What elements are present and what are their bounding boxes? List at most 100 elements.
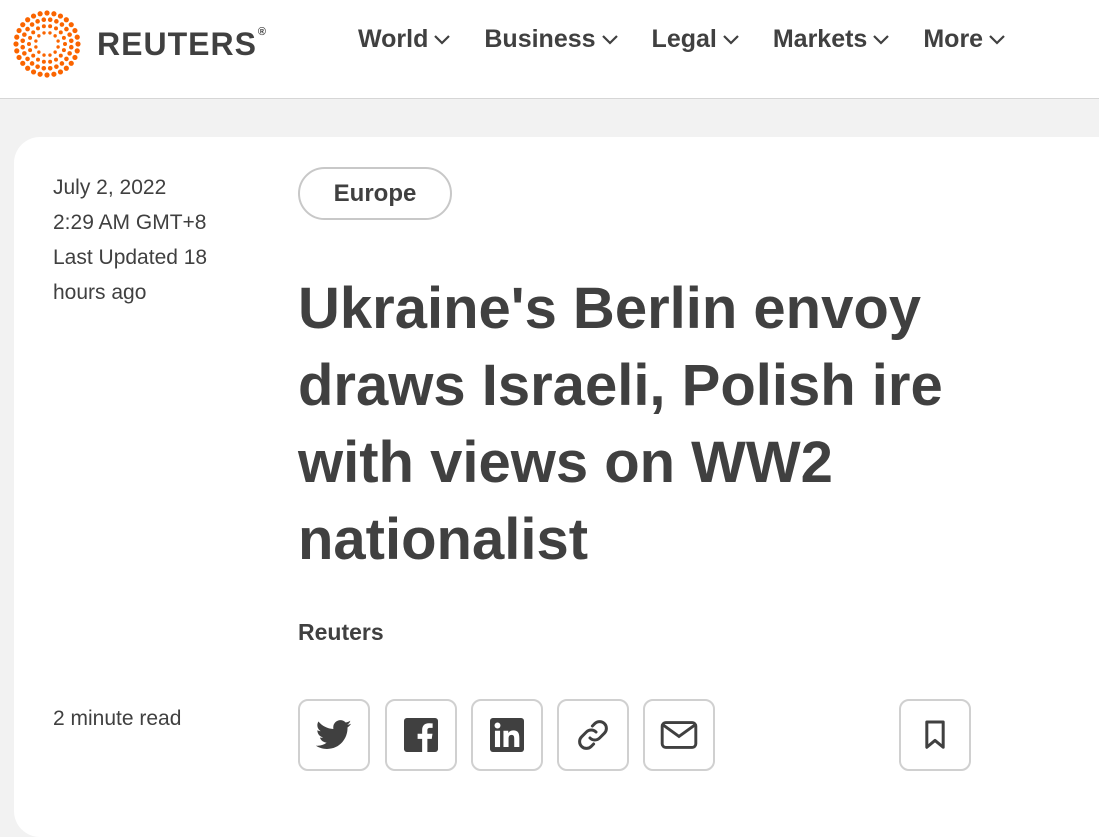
article-headline: Ukraine's Berlin envoy draws Israeli, Po… [298, 276, 943, 572]
logo-dot [68, 44, 74, 50]
logo-dot [25, 26, 30, 32]
logo-dot [56, 45, 60, 49]
logo-dot [57, 13, 64, 19]
logo-dot [14, 48, 20, 54]
logo-dot [28, 48, 33, 53]
copy-link-button[interactable] [557, 699, 629, 771]
logo-dot [42, 53, 46, 57]
logo-dot [63, 17, 69, 23]
logo-dot [56, 39, 60, 43]
logo-dot [16, 27, 22, 34]
section-tag-europe[interactable]: Europe [298, 167, 452, 220]
logo-dot [68, 38, 74, 44]
logo-dot [16, 54, 22, 61]
link-icon [578, 720, 608, 750]
logo-dot [51, 11, 57, 17]
logo-dot [31, 53, 36, 58]
logo-dot [37, 11, 43, 17]
logo-dot [25, 56, 30, 62]
main-nav: World Business Legal Markets More [358, 25, 1039, 54]
logo-dot [27, 42, 31, 46]
nav-item-markets[interactable]: Markets [773, 25, 890, 54]
share-email-button[interactable] [643, 699, 715, 771]
read-time: 2 minute read [53, 707, 182, 730]
logo-dot [41, 59, 46, 64]
logo-dot [63, 42, 67, 46]
logo-dot [41, 65, 47, 71]
publish-date: July 2, 2022 [53, 176, 167, 199]
site-header: REUTERS® World Business Legal Markets Mo… [0, 0, 1099, 99]
logo-dot [31, 30, 36, 35]
share-linkedin-button[interactable] [471, 699, 543, 771]
share-twitter-button[interactable] [298, 699, 370, 771]
logo-dot [54, 57, 58, 62]
logo-dot [44, 10, 50, 16]
logo-dot [74, 34, 80, 40]
logo-dot [34, 45, 38, 49]
logo-dot [20, 22, 26, 28]
logo-dot [20, 60, 26, 66]
byline-author[interactable]: Reuters [298, 619, 384, 646]
logo-dot [25, 17, 31, 23]
logo-dot [37, 50, 41, 54]
logo-dot [61, 48, 66, 53]
article-meta: July 2, 2022 2:29 AM GMT+8 Last Updated … [53, 170, 243, 310]
logo-dot [41, 24, 46, 29]
reuters-logo-icon [13, 10, 81, 78]
bookmark-button[interactable] [899, 699, 971, 771]
logo-dot [68, 22, 74, 28]
linkedin-icon [490, 718, 524, 752]
share-facebook-button[interactable] [385, 699, 457, 771]
logo-dot [35, 64, 40, 69]
nav-item-more[interactable]: More [923, 25, 1005, 54]
logo-dot [14, 34, 20, 40]
reuters-logo[interactable]: REUTERS® [13, 10, 267, 78]
bookmark-icon [925, 720, 945, 749]
logo-dot [58, 53, 63, 58]
brand-name: REUTERS® [97, 25, 268, 62]
logo-dot [20, 44, 26, 50]
logo-dot [37, 71, 43, 77]
logo-dot [67, 32, 72, 37]
logo-dot [36, 57, 40, 62]
logo-dot [67, 51, 72, 56]
logo-dot [35, 19, 40, 24]
nav-item-world[interactable]: World [358, 25, 451, 54]
logo-dot [75, 41, 81, 47]
logo-dot [61, 35, 66, 40]
last-updated: Last Updated 18 hours ago [53, 246, 208, 304]
logo-dot [25, 65, 31, 71]
logo-dot [64, 26, 69, 32]
logo-dot [29, 22, 35, 27]
logo-dot [37, 34, 41, 38]
nav-item-legal[interactable]: Legal [652, 25, 739, 54]
logo-dot [47, 65, 53, 71]
logo-dot [53, 50, 57, 54]
logo-dot [13, 41, 19, 47]
logo-dot [57, 69, 64, 75]
logo-dot [54, 19, 59, 24]
chevron-down-icon [434, 34, 451, 45]
facebook-icon [404, 718, 438, 752]
logo-dot [20, 38, 26, 44]
chevron-down-icon [873, 34, 890, 45]
chevron-down-icon [601, 34, 618, 45]
logo-dot [22, 51, 27, 56]
logo-dot [64, 56, 69, 62]
logo-dot [47, 17, 53, 23]
logo-dot [29, 61, 35, 66]
logo-dot [30, 13, 37, 19]
logo-dot [41, 17, 47, 23]
logo-dot [28, 35, 33, 40]
logo-dot [48, 59, 53, 64]
logo-dot [72, 54, 78, 61]
chevron-down-icon [989, 34, 1005, 45]
logo-dot [30, 69, 37, 75]
logo-dot [34, 39, 38, 43]
logo-dot [54, 64, 59, 69]
logo-dot [36, 26, 40, 31]
logo-dot [48, 31, 52, 35]
logo-dot [53, 34, 57, 38]
nav-item-business[interactable]: Business [484, 25, 618, 54]
logo-dot [48, 53, 52, 57]
